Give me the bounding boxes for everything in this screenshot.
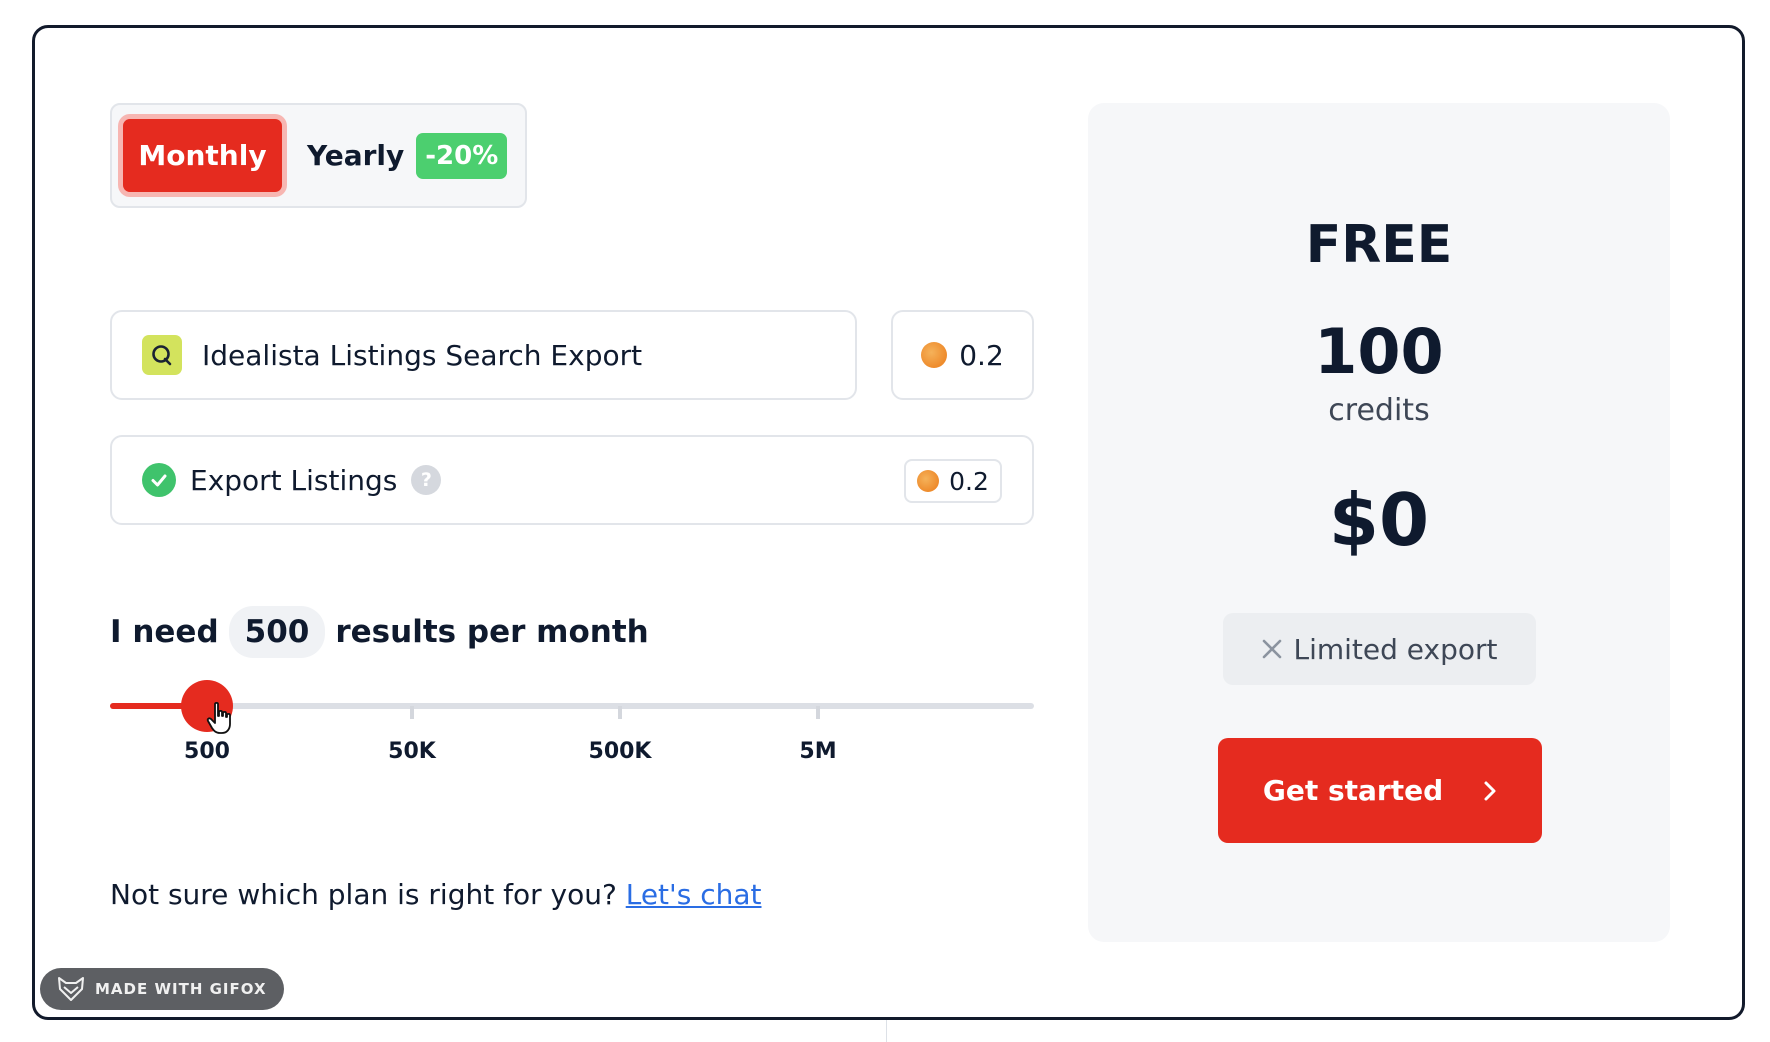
plan-name: FREE [1305, 215, 1453, 275]
actor-cost: 0.2 [891, 310, 1034, 400]
results-prefix: I need [110, 614, 219, 650]
help-icon[interactable]: ? [411, 465, 442, 495]
yearly-label: Yearly [307, 139, 405, 172]
slider-track[interactable] [110, 703, 1034, 709]
slider-tick [410, 706, 414, 719]
credit-coin-icon [917, 470, 943, 494]
credit-coin-icon [921, 342, 951, 370]
search-icon [142, 335, 182, 375]
results-slider[interactable]: 500 50K 500K 5M [110, 680, 1034, 775]
feature-cost: 0.2 [904, 459, 1002, 503]
plan-card: FREE 100 credits $0 Limited export Get s… [1088, 103, 1670, 942]
slider-tick [816, 706, 820, 719]
check-circle-icon [142, 463, 176, 497]
get-started-button[interactable]: Get started [1218, 738, 1542, 843]
fox-logo-icon [58, 977, 84, 1001]
lets-chat-link[interactable]: Let's chat [626, 878, 762, 911]
slider-label[interactable]: 5M [799, 739, 836, 764]
slider-label[interactable]: 500 [184, 739, 230, 764]
gifox-watermark: MADE WITH GIFOX [40, 968, 284, 1010]
limitation-text: Limited export [1293, 632, 1498, 666]
actor-name: Idealista Listings Search Export [202, 338, 643, 372]
feature-label: Export Listings [190, 463, 398, 497]
results-suffix: results per month [335, 614, 649, 650]
watermark-text: MADE WITH GIFOX [95, 980, 267, 998]
get-started-label: Get started [1262, 774, 1444, 807]
monthly-button[interactable]: Monthly [123, 119, 282, 192]
actor-card: Idealista Listings Search Export [110, 310, 857, 400]
results-value: 500 [228, 606, 326, 658]
slider-label[interactable]: 500K [589, 739, 652, 764]
limitation-badge: Limited export [1223, 613, 1536, 685]
plan-credits: 100 [1314, 315, 1444, 388]
slider-label[interactable]: 50K [388, 739, 436, 764]
hand-cursor-icon [206, 701, 231, 734]
feature-cost-value: 0.2 [949, 466, 989, 496]
discount-badge: -20% [416, 132, 508, 179]
close-icon [1263, 639, 1282, 659]
slider-tick [618, 706, 622, 719]
feature-card: Export Listings ? 0.2 [110, 435, 1034, 525]
billing-toggle: Monthly Yearly -20% [110, 103, 527, 208]
pricing-widget: Monthly Yearly -20% Idealista Listings S… [32, 25, 1745, 1020]
actor-cost-value: 0.2 [959, 338, 1004, 372]
chevron-right-icon [1484, 781, 1496, 800]
plan-price: $0 [1328, 478, 1430, 562]
help-text: Not sure which plan is right for you? Le… [110, 878, 762, 911]
divider-line [886, 1020, 887, 1042]
yearly-button[interactable]: Yearly -20% [307, 119, 508, 192]
help-question: Not sure which plan is right for you? [110, 878, 617, 911]
plan-credits-unit: credits [1328, 393, 1430, 428]
results-selector: I need 500 results per month [110, 606, 649, 658]
